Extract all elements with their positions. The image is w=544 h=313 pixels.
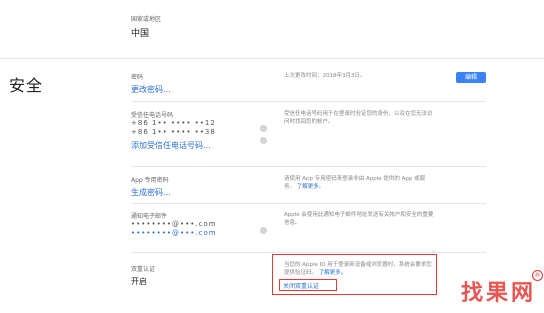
password-row: 密码 更改密码… 上次更改时间：2018年3月3日。 [131,72,486,95]
trusted-phone-row: 受信任电话号码 +86 1•• •••• ••12 +86 1•• •••• •… [131,110,486,151]
edit-button[interactable]: 编辑 [456,72,486,83]
divider [131,252,486,253]
region-field: 国家或地区 中国 [131,14,161,39]
divider [0,58,544,59]
divider [131,101,486,102]
trusted-phone-desc: 受信任电话号码用于在登录时验证您的身份，以及在您无法访问时找回您的帐户。 [284,111,433,125]
app-password-row: App 专用密码 生成密码… 请使用 App 专用密码来登录非由 Apple 提… [131,175,486,198]
add-trusted-phone-link[interactable]: 添加受信任电话号码… [131,140,486,151]
divider [131,166,486,167]
remove-phone-icon[interactable]: – [260,137,267,144]
turn-off-two-factor-link[interactable]: 关闭双重认证 [283,281,319,290]
change-password-link[interactable]: 更改密码… [131,84,486,95]
notify-email-row: 通知电子邮件 ••••••••@•••.com ••••••••@•••.com… [131,211,486,238]
remove-phone-icon[interactable]: – [260,125,267,132]
watermark-logo: 找果网 [460,281,536,306]
region-label: 国家或地区 [131,16,162,23]
trusted-phone-number: +86 1•• •••• ••38 [131,128,216,136]
region-value: 中国 [131,29,150,39]
divider [131,203,486,204]
notify-email-address[interactable]: ••••••••@•••.com [131,229,486,238]
section-title: 安全 [9,76,44,95]
notify-email-desc: Apple 会使用此通知电子邮件地址发送有关帐户和安全的重要信息。 [284,212,434,226]
password-desc: 上次更改时间：2018年3月3日。 [284,73,366,79]
remove-email-icon[interactable]: – [260,227,267,234]
app-password-learn-more-link[interactable]: 了解更多。 [297,184,325,190]
app-password-desc: 请使用 App 专用密码来登录非由 Apple 提供的 App 或服务。 了解更… [284,175,434,191]
